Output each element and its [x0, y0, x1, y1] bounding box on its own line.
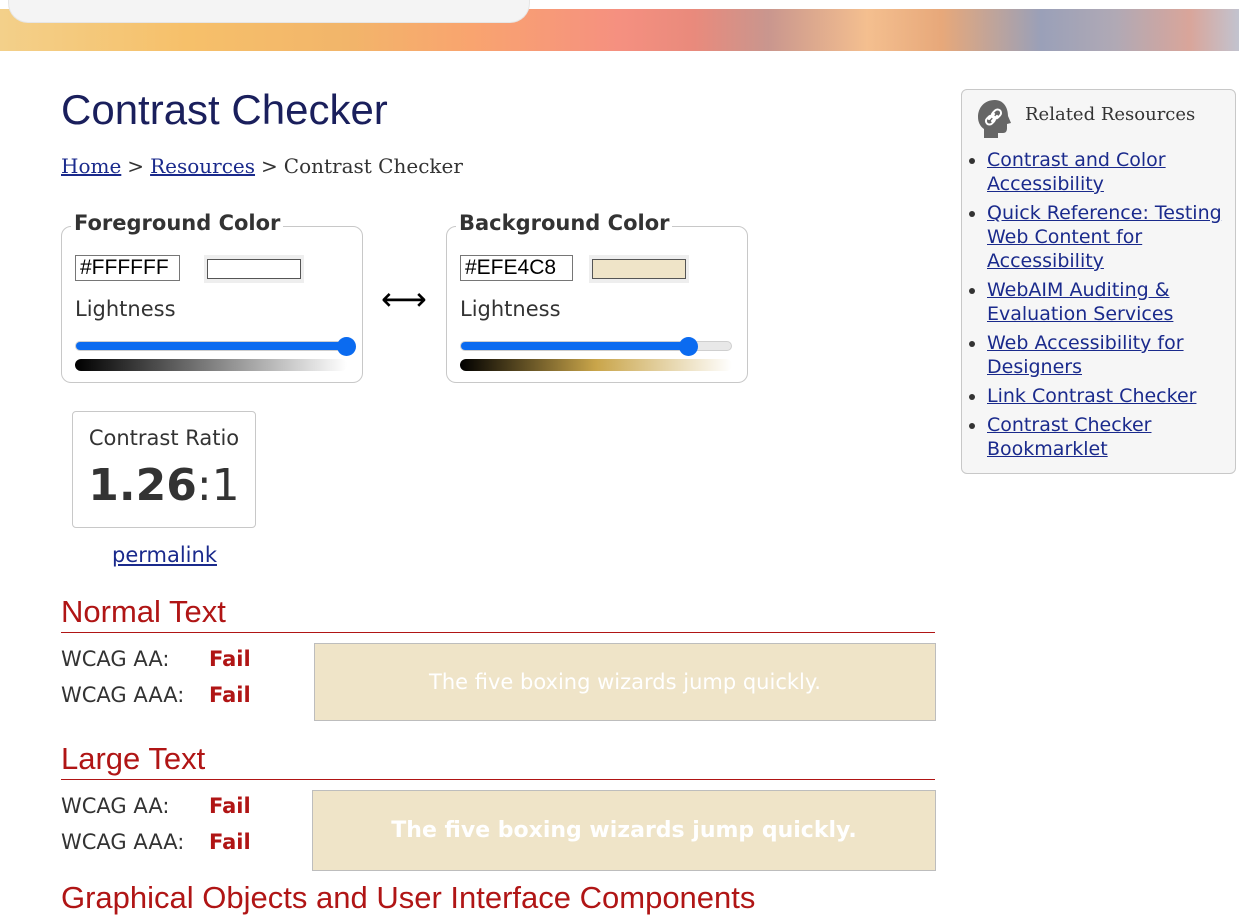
large-text-heading: Large Text — [61, 741, 935, 780]
large-wcag-aa-result: Fail — [209, 794, 251, 818]
background-lightness-slider[interactable] — [460, 337, 732, 356]
foreground-swatch — [207, 259, 301, 279]
foreground-slider-fill — [76, 342, 346, 350]
background-swatch — [592, 259, 686, 279]
breadcrumb-current: Contrast Checker — [283, 154, 463, 178]
background-lightness-label: Lightness — [460, 297, 561, 321]
contrast-ratio-value: 1.26:1 — [73, 460, 255, 511]
normal-text-sample: The five boxing wizards jump quickly. — [314, 643, 936, 721]
list-item: Link Contrast Checker — [987, 384, 1232, 408]
background-slider-thumb[interactable] — [678, 337, 698, 356]
background-color-panel: Background Color Lightness — [446, 211, 748, 383]
related-resources-heading: Related Resources — [1025, 104, 1196, 125]
large-wcag-aaa-label: WCAG AAA: — [61, 830, 185, 854]
foreground-lightness-slider[interactable] — [75, 337, 356, 356]
related-link-contrast-color[interactable]: Contrast and Color Accessibility — [987, 149, 1166, 195]
related-resources-list: Contrast and Color Accessibility Quick R… — [962, 148, 1232, 466]
list-item: Quick Reference: Testing Web Content for… — [987, 201, 1232, 273]
breadcrumb-separator: > — [127, 154, 145, 178]
foreground-slider-thumb[interactable] — [337, 337, 356, 356]
foreground-hex-input[interactable] — [75, 255, 180, 281]
list-item: Contrast Checker Bookmarklet — [987, 413, 1232, 461]
normal-wcag-aa-result: Fail — [209, 647, 251, 671]
foreground-lightness-gradient — [75, 359, 347, 371]
contrast-ratio-suffix: :1 — [196, 460, 240, 511]
link-head-icon — [978, 100, 1011, 138]
related-link-link-contrast-checker[interactable]: Link Contrast Checker — [987, 385, 1196, 407]
related-link-quick-reference[interactable]: Quick Reference: Testing Web Content for… — [987, 202, 1222, 272]
normal-text-heading: Normal Text — [61, 594, 935, 633]
large-wcag-aa-label: WCAG AA: — [61, 794, 170, 818]
list-item: Web Accessibility for Designers — [987, 331, 1232, 379]
list-item: WebAIM Auditing & Evaluation Services — [987, 278, 1232, 326]
normal-wcag-aaa-label: WCAG AAA: — [61, 683, 185, 707]
related-resources-panel: Related Resources Contrast and Color Acc… — [961, 89, 1236, 474]
large-wcag-aaa-result: Fail — [209, 830, 251, 854]
related-link-bookmarklet[interactable]: Contrast Checker Bookmarklet — [987, 414, 1152, 460]
graphical-objects-heading: Graphical Objects and User Interface Com… — [61, 880, 756, 915]
background-color-legend: Background Color — [456, 211, 673, 235]
normal-wcag-aa-label: WCAG AA: — [61, 647, 170, 671]
related-link-designers[interactable]: Web Accessibility for Designers — [987, 332, 1184, 378]
search-bar[interactable] — [8, 0, 530, 23]
contrast-ratio-label: Contrast Ratio — [88, 426, 240, 450]
background-lightness-gradient — [460, 359, 732, 371]
normal-wcag-aaa-result: Fail — [209, 683, 251, 707]
contrast-ratio-box: Contrast Ratio 1.26:1 — [72, 411, 256, 528]
breadcrumb-resources-link[interactable]: Resources — [150, 154, 255, 178]
background-slider-fill — [461, 342, 688, 350]
foreground-color-legend: Foreground Color — [71, 211, 284, 235]
foreground-lightness-label: Lightness — [75, 297, 176, 321]
background-color-picker[interactable] — [589, 255, 689, 283]
background-hex-input[interactable] — [460, 255, 573, 281]
list-item: Contrast and Color Accessibility — [987, 148, 1232, 196]
breadcrumb-separator: > — [261, 154, 278, 178]
swap-arrows-icon[interactable]: ⟷ — [381, 280, 427, 318]
breadcrumb: Home > Resources > Contrast Checker — [61, 154, 463, 178]
contrast-ratio-number: 1.26 — [88, 460, 197, 511]
foreground-color-panel: Foreground Color Lightness — [61, 211, 363, 383]
foreground-color-picker[interactable] — [204, 255, 304, 283]
related-link-auditing-services[interactable]: WebAIM Auditing & Evaluation Services — [987, 279, 1173, 325]
permalink-link[interactable]: permalink — [112, 543, 217, 567]
page-title: Contrast Checker — [61, 86, 388, 133]
breadcrumb-home-link[interactable]: Home — [61, 154, 121, 178]
large-text-sample: The five boxing wizards jump quickly. — [312, 790, 936, 871]
